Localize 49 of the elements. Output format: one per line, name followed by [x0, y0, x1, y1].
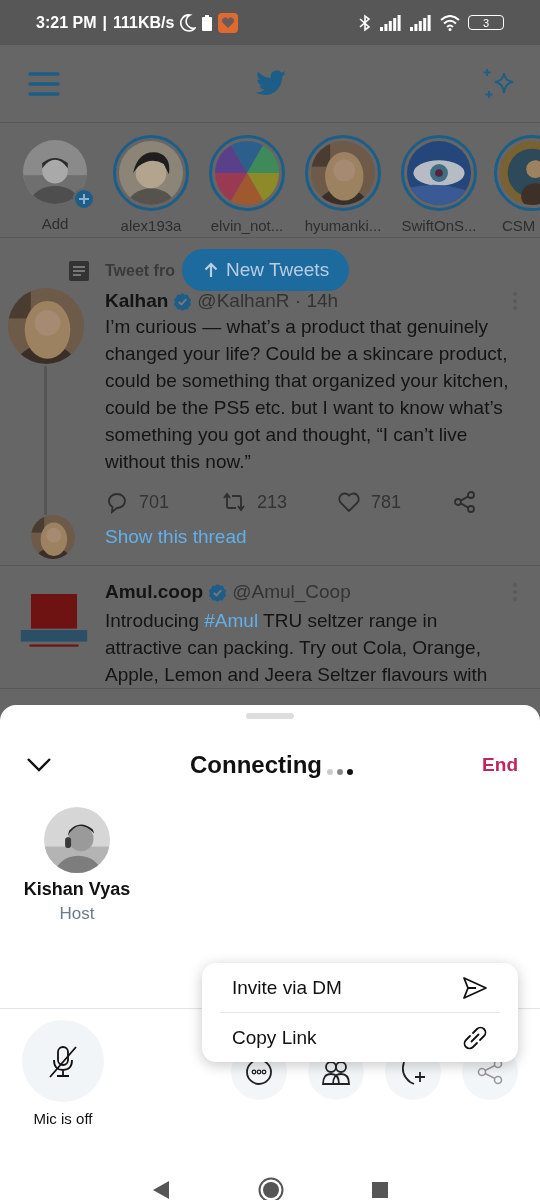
- story-ring[interactable]: [401, 135, 477, 211]
- add-icon[interactable]: [73, 188, 95, 210]
- status-separator: |: [102, 13, 107, 32]
- story-ring[interactable]: [305, 135, 381, 211]
- author-name[interactable]: Amul.coop: [105, 581, 204, 603]
- story-label[interactable]: Add: [41, 215, 69, 232]
- network-speed: 111KB/s: [112, 13, 175, 32]
- host-role: Host: [59, 904, 95, 924]
- story-label[interactable]: elvin_not...: [210, 217, 284, 234]
- up-arrow-icon: [204, 262, 218, 278]
- tweet-text: Introducing #Amul TRU seltzer range in attractive can packing. Try out Cola, Orange, Apple, Lemon and Jeera Seltzer flavours with: [105, 609, 489, 687]
- reply-icon[interactable]: [105, 490, 129, 514]
- author-name[interactable]: Kalhan: [105, 290, 169, 312]
- tweet-text: I’m curious — what’s a product that genuinely changed your life? Could be a skincare product, could be something that organized your kitchen, could be the PS5 etc. but I want to know what’s something you got and thought, “I can’t live without this now.”: [105, 315, 510, 474]
- retweet-icon[interactable]: [221, 490, 247, 514]
- mic-status: Mic is off: [33, 1110, 93, 1127]
- menu-item[interactable]: Copy Link: [220, 1012, 500, 1062]
- show-thread-link[interactable]: Show this thread: [105, 526, 247, 548]
- battery-level: 3: [468, 15, 504, 30]
- moon-icon: [180, 13, 197, 32]
- end-button[interactable]: End: [482, 754, 518, 776]
- menu-item[interactable]: Invite via DM: [220, 963, 500, 1012]
- battery-saver-icon: [202, 14, 213, 31]
- story-label[interactable]: SwiftOnS...: [401, 217, 477, 234]
- signal-icon: [380, 14, 402, 31]
- wifi-icon: [440, 14, 460, 31]
- bird-logo-icon: [255, 70, 287, 97]
- story-label[interactable]: CSM: [502, 217, 536, 234]
- collapse-chevron-icon[interactable]: [26, 757, 52, 773]
- story-ring[interactable]: [113, 135, 189, 211]
- like-icon[interactable]: [337, 491, 361, 513]
- app-notification-icon: [218, 12, 239, 33]
- share-icon[interactable]: [453, 490, 477, 514]
- drag-handle[interactable]: [246, 713, 294, 719]
- story-label[interactable]: alex193a: [120, 217, 182, 234]
- loading-dots-icon: [326, 768, 354, 776]
- bluetooth-icon: [358, 13, 372, 32]
- status-time: 3:21 PM: [36, 13, 97, 32]
- host-name: Kishan Vyas: [23, 879, 131, 900]
- signal-icon: [410, 14, 432, 31]
- story-label[interactable]: hyumanki...: [304, 217, 382, 234]
- sheet-title: Connecting: [190, 751, 322, 779]
- document-icon: [69, 261, 89, 281]
- new-tweets-button[interactable]: New Tweets: [182, 249, 350, 291]
- home-icon[interactable]: [258, 1177, 284, 1200]
- hashtag-link[interactable]: #Amul: [204, 610, 259, 631]
- send-icon: [462, 975, 488, 1000]
- link-icon: [462, 1024, 488, 1051]
- back-icon[interactable]: [152, 1180, 170, 1200]
